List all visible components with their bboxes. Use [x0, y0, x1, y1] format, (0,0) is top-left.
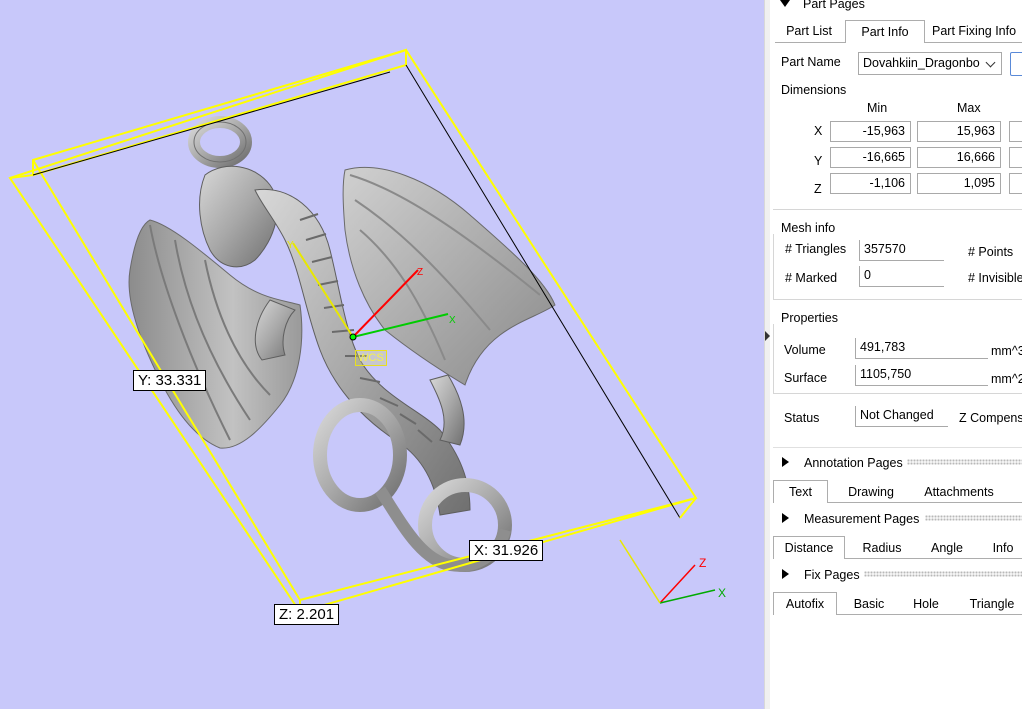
volume-label: Volume [784, 343, 826, 357]
wcs-z-label: Z [417, 267, 423, 278]
tab-info[interactable]: Info [987, 537, 1019, 559]
dim-y-min-field[interactable]: -16,665 [830, 147, 911, 168]
dim-z-label: Z [814, 182, 822, 196]
invisible-label: # Invisible [968, 271, 1022, 285]
tab-part-info[interactable]: Part Info [845, 20, 925, 43]
tab-drawing[interactable]: Drawing [841, 481, 901, 503]
dim-x-label: X [814, 124, 823, 138]
dim-x-size-field[interactable] [1009, 121, 1022, 142]
orientation-triad [619, 539, 716, 604]
dimensions-title: Dimensions [779, 83, 849, 97]
pages-panel: Part Pages Part List Part Info Part Fixi… [770, 0, 1022, 709]
annotation-pages-header[interactable]: Annotation Pages [804, 456, 903, 470]
dim-z-size-field[interactable] [1009, 173, 1022, 194]
wcs-x-label: X [449, 315, 456, 326]
dim-y-label: Y [814, 154, 823, 168]
measurement-pages-header[interactable]: Measurement Pages [804, 512, 919, 526]
marked-label: # Marked [785, 271, 838, 285]
dimensions-col-max: Max [957, 101, 981, 115]
surface-label: Surface [784, 371, 828, 385]
tab-autofix[interactable]: Autofix [773, 592, 837, 615]
dim-z-max-field[interactable]: 1,095 [917, 173, 1001, 194]
part-pages-header[interactable]: Part Pages [803, 0, 865, 11]
dim-x-min-field[interactable]: -15,963 [830, 121, 911, 142]
wcs-tag: WCS [355, 350, 387, 366]
chevron-down-icon [985, 57, 996, 68]
z-dimension-label: Z: 2.201 [274, 604, 340, 625]
fix-pages-header[interactable]: Fix Pages [804, 568, 860, 582]
triad-x-label: X [718, 586, 726, 600]
dim-x-max-field[interactable]: 15,963 [917, 121, 1001, 142]
dimensions-col-min: Min [867, 101, 888, 115]
expand-right-icon[interactable] [782, 457, 789, 467]
expand-right-icon[interactable] [782, 569, 789, 579]
marked-field[interactable]: 0 [859, 266, 944, 287]
x-dimension-label: X: 31.926 [469, 540, 544, 561]
surface-field[interactable]: 1105,750 [855, 365, 988, 386]
y-dimension-label: Y: 33.331 [133, 370, 207, 391]
status-label: Status [784, 411, 820, 425]
z-compensation-label: Z Compensation [959, 411, 1022, 425]
tab-attachments[interactable]: Attachments [918, 481, 1000, 503]
dim-y-size-field[interactable] [1009, 147, 1022, 168]
status-field: Not Changed [855, 406, 948, 427]
tab-part-list[interactable]: Part List [776, 20, 842, 42]
wcs-y-label: Y [287, 240, 294, 251]
tab-part-fixing-info[interactable]: Part Fixing Info [932, 20, 1022, 42]
part-name-label: Part Name [781, 55, 841, 69]
triangles-field[interactable]: 357570 [859, 240, 944, 261]
tab-triangle[interactable]: Triangle [962, 593, 1022, 615]
tab-text[interactable]: Text [773, 480, 828, 503]
3d-viewport[interactable]: Y X Z Z X WCS Y: 33.331 X: 31.926 Z: 2.2… [0, 0, 764, 709]
triangles-label: # Triangles [785, 242, 847, 256]
tab-hole[interactable]: Hole [908, 593, 944, 615]
triad-z-label: Z [699, 556, 706, 570]
volume-unit: mm^3 [991, 344, 1022, 358]
mesh-info-title: Mesh info [779, 221, 838, 235]
part-name-action-button[interactable] [1010, 52, 1022, 76]
expand-right-icon[interactable] [782, 513, 789, 523]
volume-field[interactable]: 491,783 [855, 338, 988, 359]
points-label: # Points [968, 245, 1014, 259]
part-name-select[interactable]: Dovahkiin_Dragonbo [858, 52, 1002, 75]
surface-unit: mm^2 [991, 372, 1022, 386]
dim-z-min-field[interactable]: -1,106 [830, 173, 911, 194]
dim-y-max-field[interactable]: 16,666 [917, 147, 1001, 168]
properties-title: Properties [779, 311, 840, 325]
part-name-value: Dovahkiin_Dragonbo [863, 56, 980, 70]
tab-angle[interactable]: Angle [925, 537, 969, 559]
tab-distance[interactable]: Distance [773, 536, 845, 559]
tab-basic[interactable]: Basic [848, 593, 890, 615]
dragon-model[interactable] [128, 116, 556, 572]
tab-radius[interactable]: Radius [858, 537, 906, 559]
expand-down-icon[interactable] [780, 0, 790, 7]
